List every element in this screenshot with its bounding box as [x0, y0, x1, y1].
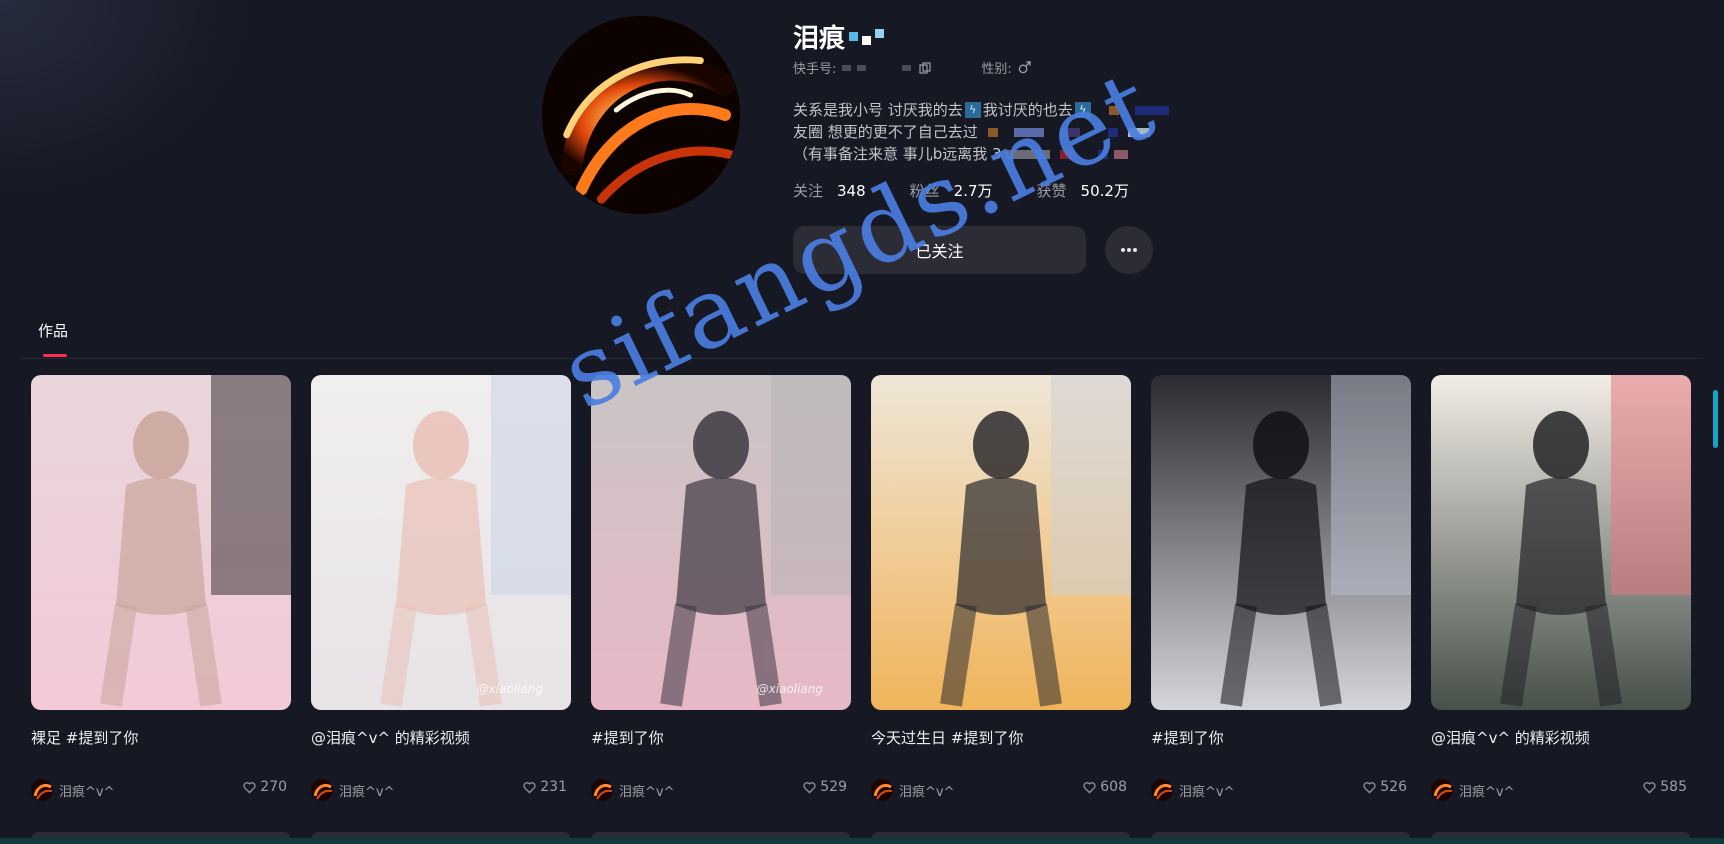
video-thumbnail-image: [1151, 375, 1411, 710]
video-thumbnail[interactable]: @xiaoliang: [591, 375, 851, 710]
gender-label: 性别:: [981, 62, 1012, 77]
like-count-value: 526: [1380, 779, 1407, 795]
bio-text-1a: 关系是我小号 讨厌我的去: [793, 101, 963, 119]
author-avatar: [871, 779, 893, 801]
profile-nickname: 泪痕: [793, 18, 885, 55]
video-card[interactable]: @xiaoliang #提到了你泪痕^v^ 529: [591, 375, 851, 805]
author-avatar: [591, 779, 613, 801]
video-card[interactable]: @xiaoliang @泪痕^v^ 的精彩视频泪痕^v^ 231: [311, 375, 571, 805]
author-name: 泪痕^v^: [899, 784, 955, 800]
video-thumbnail-image: [311, 375, 571, 710]
like-count-value: 231: [540, 779, 567, 795]
video-caption[interactable]: 今天过生日 #提到了你: [871, 727, 1131, 748]
account-id-label: 快手号:: [793, 62, 837, 77]
video-thumbnail[interactable]: [31, 375, 291, 710]
profile-meta: 快手号: 性别:: [793, 58, 1031, 77]
author-avatar-image: [311, 779, 333, 801]
like-count: 231: [523, 779, 567, 795]
like-count: 608: [1083, 779, 1127, 795]
video-thumbnail-image: [1431, 375, 1691, 710]
heart-icon: [803, 781, 816, 793]
avatar-flame-image: [542, 16, 740, 214]
author-name: 泪痕^v^: [59, 784, 115, 800]
video-author[interactable]: 泪痕^v^: [1431, 779, 1514, 801]
video-author[interactable]: 泪痕^v^: [871, 779, 954, 801]
gender-field: 性别:: [981, 58, 1031, 77]
video-caption[interactable]: 裸足 #提到了你: [31, 727, 291, 748]
lightning-emoji-icon: ϟ: [964, 102, 981, 118]
bottom-strip: [0, 838, 1724, 844]
video-thumbnail[interactable]: @xiaoliang: [311, 375, 571, 710]
video-thumbnail-image: [871, 375, 1131, 710]
heart-icon: [243, 781, 256, 793]
video-caption[interactable]: #提到了你: [591, 727, 851, 748]
video-card[interactable]: 裸足 #提到了你泪痕^v^ 270: [31, 375, 291, 805]
video-author[interactable]: 泪痕^v^: [31, 779, 114, 801]
video-caption[interactable]: @泪痕^v^ 的精彩视频: [1431, 727, 1691, 748]
nickname-text: 泪痕: [793, 24, 846, 54]
video-grid: 裸足 #提到了你泪痕^v^ 270 @xiaoliang @泪痕^v^ 的精彩视频泪痕…: [31, 375, 1693, 801]
thumbnail-overlay-text: @xiaoliang: [476, 682, 543, 696]
thumbnail-overlay-text: @xiaoliang: [756, 682, 823, 696]
author-name: 泪痕^v^: [619, 784, 675, 800]
like-count-value: 608: [1100, 779, 1127, 795]
author-avatar: [1151, 779, 1173, 801]
scrollbar-thumb[interactable]: [1713, 390, 1718, 448]
author-avatar-image: [591, 779, 613, 801]
video-card[interactable]: #提到了你泪痕^v^ 526: [1151, 375, 1411, 805]
active-tab-indicator: [43, 354, 67, 357]
video-card[interactable]: 今天过生日 #提到了你泪痕^v^ 608: [871, 375, 1131, 805]
video-author[interactable]: 泪痕^v^: [1151, 779, 1234, 801]
video-thumbnail-image: [31, 375, 291, 710]
like-count: 526: [1363, 779, 1407, 795]
heart-icon: [1363, 781, 1376, 793]
author-name: 泪痕^v^: [1459, 784, 1515, 800]
copy-icon[interactable]: [919, 61, 931, 74]
author-name: 泪痕^v^: [339, 784, 395, 800]
account-id-redacted: [842, 64, 912, 71]
heart-icon: [523, 781, 536, 793]
heart-icon: [1083, 781, 1096, 793]
video-caption[interactable]: @泪痕^v^ 的精彩视频: [311, 727, 571, 748]
male-icon: [1018, 61, 1031, 74]
like-count: 529: [803, 779, 847, 795]
nickname-emoji-deco: [849, 28, 885, 45]
author-avatar-image: [1431, 779, 1453, 801]
like-count: 585: [1643, 779, 1687, 795]
more-options-button[interactable]: [1105, 226, 1153, 274]
author-avatar: [311, 779, 333, 801]
video-thumbnail[interactable]: [1431, 375, 1691, 710]
heart-icon: [1643, 781, 1656, 793]
author-avatar-image: [871, 779, 893, 801]
video-caption[interactable]: #提到了你: [1151, 727, 1411, 748]
video-author[interactable]: 泪痕^v^: [591, 779, 674, 801]
profile-avatar[interactable]: [542, 16, 740, 214]
video-card[interactable]: @泪痕^v^ 的精彩视频泪痕^v^ 585: [1431, 375, 1691, 805]
author-avatar-image: [31, 779, 53, 801]
profile-tabs: 作品: [20, 310, 1702, 359]
more-icon: [1121, 248, 1137, 252]
author-avatar-image: [1151, 779, 1173, 801]
author-name: 泪痕^v^: [1179, 784, 1235, 800]
video-thumbnail[interactable]: [1151, 375, 1411, 710]
like-count-value: 585: [1660, 779, 1687, 795]
like-count-value: 529: [820, 779, 847, 795]
video-thumbnail[interactable]: [871, 375, 1131, 710]
video-thumbnail-image: [591, 375, 851, 710]
author-avatar: [1431, 779, 1453, 801]
author-avatar: [31, 779, 53, 801]
video-author[interactable]: 泪痕^v^: [311, 779, 394, 801]
tab-works[interactable]: 作品: [38, 320, 68, 341]
like-count-value: 270: [260, 779, 287, 795]
like-count: 270: [243, 779, 287, 795]
